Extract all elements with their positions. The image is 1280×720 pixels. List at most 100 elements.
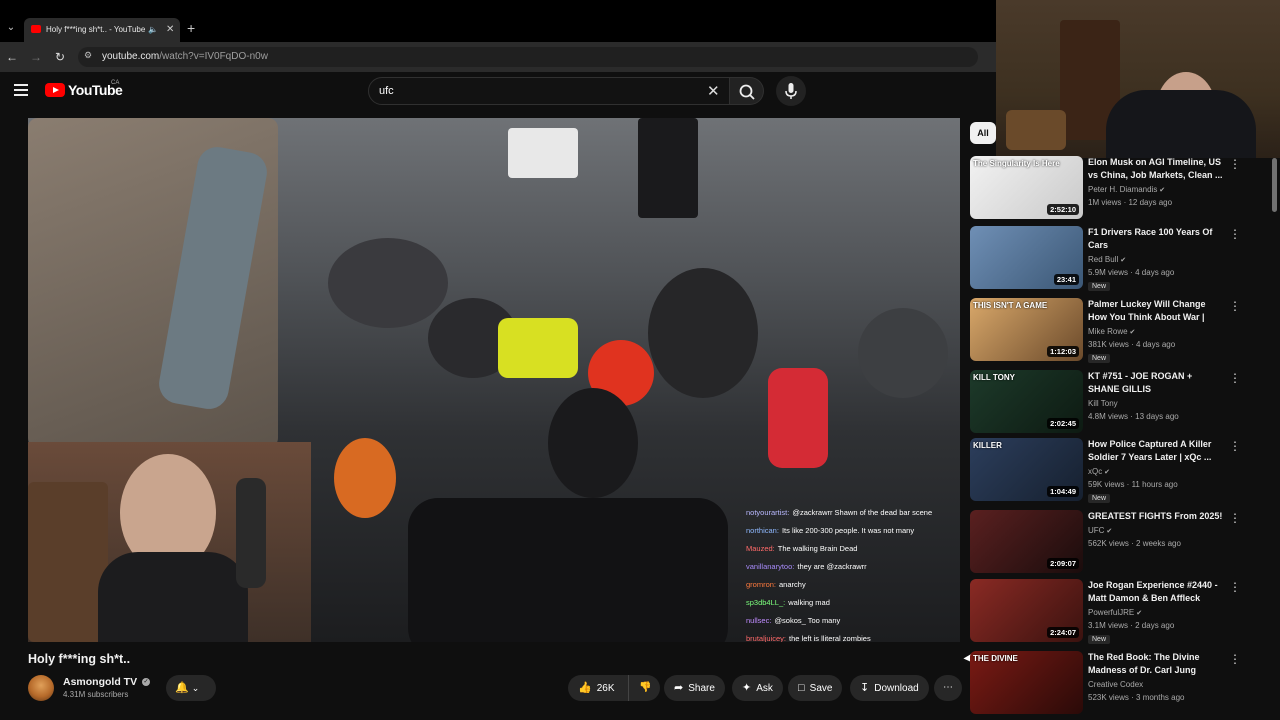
video-duration: 2:09:07 (1047, 558, 1079, 569)
chat-username: brutaljuicey: (746, 634, 787, 642)
stream-chat-overlay: notyourartist: @zackrawrr Shawn of the de… (746, 504, 958, 642)
save-button[interactable]: □ Save (788, 675, 843, 701)
recommended-video-title[interactable]: Elon Musk on AGI Timeline, US vs China, … (1088, 156, 1223, 181)
video-thumbnail[interactable]: 2:24:07 (970, 579, 1083, 642)
recommended-video-meta: 1M views · 12 days ago (1088, 198, 1173, 207)
new-badge: New (1088, 494, 1111, 503)
chat-username: nullsec: (746, 616, 772, 625)
url-path: /watch?v=IV0FqDO-n0w (159, 51, 268, 62)
voice-search-button[interactable] (776, 76, 806, 106)
recommended-video-title[interactable]: F1 Drivers Race 100 Years Of Cars (1088, 226, 1223, 251)
recommended-video-title[interactable]: KT #751 - JOE ROGAN + SHANE GILLIS (1088, 370, 1223, 395)
channel-label: Creative Codex (1088, 680, 1144, 689)
dislike-button[interactable]: 👎 (628, 675, 660, 701)
recommended-video[interactable]: THE DIVINE The Red Book: The Divine Madne… (970, 651, 1260, 715)
recommended-video-meta: 5.9M views · 4 days ago (1088, 268, 1175, 277)
speaker-icon[interactable]: 🔈 (148, 18, 158, 42)
channel-label: xQc (1088, 467, 1103, 476)
youtube-favicon-icon (31, 25, 41, 33)
ask-label: Ask (756, 683, 773, 694)
more-vertical-icon[interactable]: ⋮ (1229, 440, 1241, 452)
site-info-icon[interactable]: ⚙ (84, 50, 92, 61)
hamburger-icon[interactable] (14, 84, 28, 96)
back-arrow-icon[interactable]: ← (5, 48, 19, 66)
video-thumbnail[interactable]: 23:41 (970, 226, 1083, 289)
more-vertical-icon[interactable]: ⋮ (1229, 300, 1241, 312)
recommended-video-channel[interactable]: Red Bull ✔ (1088, 255, 1126, 264)
like-button[interactable]: 👍 26K (568, 675, 628, 701)
video-thumbnail[interactable]: THIS ISN'T A GAME 1:12:03 (970, 298, 1083, 361)
recommended-video-channel[interactable]: Mike Rowe ✔ (1088, 327, 1135, 336)
search-input[interactable]: ufc ✕ (368, 77, 730, 105)
tab-list-chevron-icon[interactable]: ⌄ (4, 20, 18, 36)
share-button[interactable]: ➦ Share (664, 675, 725, 701)
ask-button[interactable]: ✦ Ask (732, 675, 783, 701)
thumbnail-caption: THIS ISN'T A GAME (973, 301, 1048, 310)
recommended-video[interactable]: KILL TONY 2:02:45 KT #751 - JOE ROGAN + SH… (970, 370, 1260, 434)
video-thumbnail[interactable]: The Singularity Is Here 2:52:10 (970, 156, 1083, 219)
video-thumbnail[interactable]: 2:09:07 (970, 510, 1083, 573)
clear-search-icon[interactable]: ✕ (707, 82, 720, 100)
recommended-video[interactable]: The Singularity Is Here 2:52:10 Elon Musk … (970, 156, 1260, 220)
forward-arrow-icon[interactable]: → (29, 48, 43, 66)
reload-icon[interactable]: ↻ (53, 48, 67, 66)
notification-bell-button[interactable]: 🔔 ⌄ (166, 675, 216, 701)
chat-message: northican: Its like 200-300 people. It wa… (746, 522, 958, 540)
more-vertical-icon[interactable]: ⋮ (1229, 581, 1241, 593)
recommended-video[interactable]: THIS ISN'T A GAME 1:12:03 Palmer Luckey Wi… (970, 298, 1260, 363)
chat-message: notyourartist: @zackrawrr Shawn of the de… (746, 504, 958, 522)
more-vertical-icon[interactable]: ⋮ (1229, 653, 1241, 665)
recommended-video-title[interactable]: The Red Book: The Divine Madness of Dr. … (1088, 651, 1223, 676)
tab-close-icon[interactable]: ✕ (166, 18, 174, 42)
more-vertical-icon[interactable]: ⋮ (1229, 512, 1241, 524)
chat-message: brutaljuicey: the left is lliteral zombie… (746, 630, 958, 642)
url-field[interactable]: ⚙ youtube.com/watch?v=IV0FqDO-n0w (78, 47, 978, 67)
youtube-header: YouTube CA ufc ✕ (0, 72, 996, 112)
youtube-logo-icon[interactable] (45, 83, 65, 97)
share-arrow-icon: ➦ (674, 682, 684, 694)
recommended-video-title[interactable]: Joe Rogan Experience #2440 - Matt Damon … (1088, 579, 1223, 604)
recommended-video-channel[interactable]: Kill Tony (1088, 399, 1118, 408)
chat-message: sp3db4LL_: walking mad (746, 594, 958, 612)
download-button[interactable]: ↧ Download (850, 675, 929, 701)
browser-tab-bar: ⌄ Holy f***ing sh*t.. - YouTube 🔈 ✕ + (0, 0, 996, 42)
browser-tab[interactable]: Holy f***ing sh*t.. - YouTube 🔈 ✕ (24, 18, 180, 42)
more-actions-button[interactable]: ⋯ (934, 675, 962, 701)
video-player[interactable]: notyourartist: @zackrawrr Shawn of the de… (28, 118, 960, 642)
recommended-video-title[interactable]: How Police Captured A Killer Soldier 7 Y… (1088, 438, 1223, 463)
recommended-video[interactable]: 2:09:07 GREATEST FIGHTS From 2025! UFC ✔ 56… (970, 510, 1260, 574)
chat-text: The walking Brain Dead (777, 544, 858, 553)
sidebar-scrollbar[interactable] (1272, 158, 1277, 212)
recommended-video-title[interactable]: Palmer Luckey Will Change How You Think … (1088, 298, 1223, 324)
channel-avatar[interactable] (28, 675, 54, 701)
new-tab-plus-icon[interactable]: + (187, 20, 195, 36)
recommended-video[interactable]: KILLER 1:04:49 How Police Captured A Kille… (970, 438, 1260, 503)
recommended-video-channel[interactable]: UFC ✔ (1088, 526, 1112, 535)
search-button[interactable] (730, 77, 764, 105)
recommended-video-channel[interactable]: Creative Codex (1088, 680, 1143, 689)
channel-name[interactable]: Asmongold TV (63, 676, 137, 688)
channel-label: Red Bull (1088, 255, 1119, 264)
recommended-video[interactable]: 2:24:07 Joe Rogan Experience #2440 - Matt… (970, 579, 1260, 644)
search-query: ufc (379, 85, 394, 97)
more-vertical-icon[interactable]: ⋮ (1229, 228, 1241, 240)
video-duration: 1:04:49 (1047, 486, 1079, 497)
video-thumbnail[interactable]: THE DIVINE (970, 651, 1083, 714)
recommended-video[interactable]: 23:41 F1 Drivers Race 100 Years Of Cars Re… (970, 226, 1260, 291)
channel-label: PowerfulJRE (1088, 608, 1135, 617)
channel-label: Kill Tony (1088, 399, 1118, 408)
video-thumbnail[interactable]: KILLER 1:04:49 (970, 438, 1083, 501)
recommended-video-channel[interactable]: Peter H. Diamandis ✔ (1088, 185, 1165, 194)
verified-check-icon: ✔ (1134, 610, 1143, 617)
more-vertical-icon[interactable]: ⋮ (1229, 372, 1241, 384)
filter-chip-all[interactable]: All (970, 122, 996, 144)
recommended-video-channel[interactable]: PowerfulJRE ✔ (1088, 608, 1142, 617)
share-label: Share (688, 683, 715, 694)
video-thumbnail[interactable]: KILL TONY 2:02:45 (970, 370, 1083, 433)
chat-text: anarchy (779, 580, 806, 589)
more-vertical-icon[interactable]: ⋮ (1229, 158, 1241, 170)
recommended-video-channel[interactable]: xQc ✔ (1088, 467, 1110, 476)
recommended-video-title[interactable]: GREATEST FIGHTS From 2025! (1088, 510, 1223, 523)
download-icon: ↧ (860, 682, 870, 694)
chevron-down-icon: ⌄ (191, 683, 200, 693)
